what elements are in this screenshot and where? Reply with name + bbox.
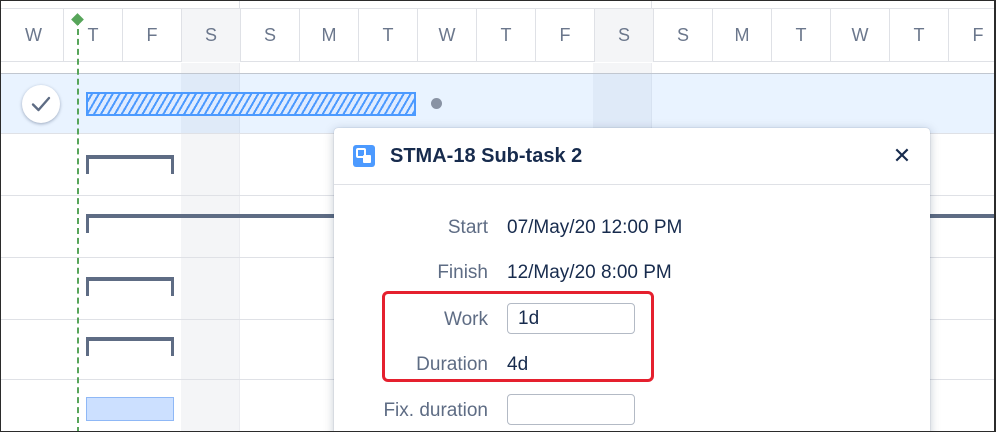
day-label: F (948, 9, 994, 62)
date-range-header (1, 1, 994, 9)
day-label: W (417, 9, 476, 62)
popup-title: STMA-18 Sub-task 2 (390, 145, 583, 167)
task-bar-selected[interactable] (86, 92, 416, 116)
summary-bracket[interactable] (86, 155, 174, 174)
subtask-icon (353, 145, 375, 167)
check-icon (31, 96, 51, 112)
summary-bracket[interactable] (86, 277, 174, 296)
day-label: S (594, 9, 653, 62)
day-label: S (181, 9, 240, 62)
day-header-row: W T F S S M T W T F S S M T W T F (1, 9, 994, 62)
day-label: W (830, 9, 889, 62)
fix-duration-input[interactable] (507, 394, 635, 425)
fix-duration-label: Fix. duration (383, 400, 488, 421)
finish-value: 12/May/20 8:00 PM (507, 262, 672, 283)
start-value: 07/May/20 12:00 PM (507, 217, 683, 238)
today-line (77, 19, 79, 431)
day-label: T (358, 9, 417, 62)
row-checkmark-button[interactable] (22, 85, 60, 123)
close-icon: ✕ (892, 143, 912, 168)
finish-label: Finish (437, 262, 488, 283)
summary-bracket[interactable] (86, 337, 174, 356)
day-label: F (535, 9, 594, 62)
day-label: F (122, 9, 181, 62)
day-label: T (476, 9, 535, 62)
gantt-chart: W T F S S M T W T F S S M T W T F STMA-1… (0, 0, 996, 432)
day-label: M (712, 9, 771, 62)
close-button[interactable]: ✕ (888, 142, 916, 170)
dependency-handle[interactable] (431, 98, 442, 109)
day-label: T (771, 9, 830, 62)
highlight-annotation (382, 291, 654, 382)
start-label: Start (447, 217, 488, 238)
popup-header: STMA-18 Sub-task 2 ✕ (334, 128, 930, 185)
day-label: T (889, 9, 948, 62)
day-label: S (653, 9, 712, 62)
task-details-popup: STMA-18 Sub-task 2 ✕ Start 07/May/20 12:… (334, 128, 930, 431)
task-bar[interactable] (86, 397, 174, 421)
day-label: W (25, 25, 42, 45)
day-label: S (240, 9, 299, 62)
day-label: M (299, 9, 358, 62)
